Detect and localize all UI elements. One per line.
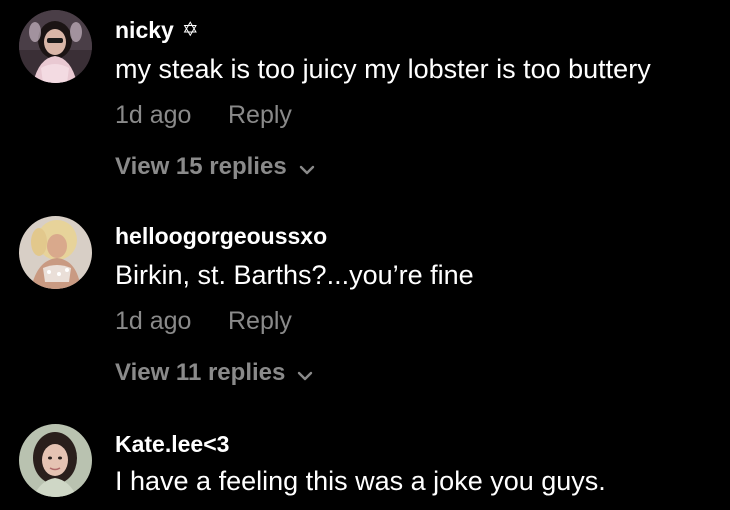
comment-meta: 1d ago Reply: [115, 100, 292, 130]
username-text: Kate.lee<3: [115, 431, 230, 457]
comment-timestamp: 1d ago: [115, 307, 192, 335]
avatar-image: [19, 10, 92, 83]
username-text: helloogorgeoussxo: [115, 223, 328, 249]
view-replies-label: View 11 replies: [115, 359, 286, 386]
chevron-down-icon: [297, 360, 313, 390]
avatar-image: [19, 424, 92, 497]
avatar[interactable]: [19, 424, 92, 497]
comment-item: Kate.lee<3 I have a feeling this was a j…: [0, 424, 730, 510]
avatar[interactable]: [19, 216, 92, 289]
comment-item: helloogorgeoussxo Birkin, st. Barths?...…: [0, 216, 730, 386]
comment-item: nicky ✡ my steak is too juicy my lobster…: [0, 10, 730, 180]
comment-username[interactable]: helloogorgeoussxo: [115, 222, 327, 250]
reply-button[interactable]: Reply: [228, 306, 292, 336]
avatar[interactable]: [19, 10, 92, 83]
chevron-down-icon: [299, 154, 315, 184]
comment-text: I have a feeling this was a joke you guy…: [115, 466, 606, 496]
comment-meta: 1d ago Reply: [115, 306, 292, 336]
username-text: nicky: [115, 17, 174, 43]
reply-button[interactable]: Reply: [228, 100, 292, 130]
star-of-david-icon: ✡: [181, 19, 199, 41]
comment-timestamp: 1d ago: [115, 101, 192, 129]
view-replies-button[interactable]: View 11 replies: [115, 356, 313, 390]
view-replies-label: View 15 replies: [115, 153, 287, 180]
comment-text: my steak is too juicy my lobster is too …: [115, 54, 651, 84]
view-replies-button[interactable]: View 15 replies: [115, 150, 315, 184]
comment-text: Birkin, st. Barths?...you’re fine: [115, 260, 474, 290]
comment-username[interactable]: Kate.lee<3: [115, 430, 229, 458]
avatar-image: [19, 216, 92, 289]
comment-username[interactable]: nicky ✡: [115, 16, 199, 44]
